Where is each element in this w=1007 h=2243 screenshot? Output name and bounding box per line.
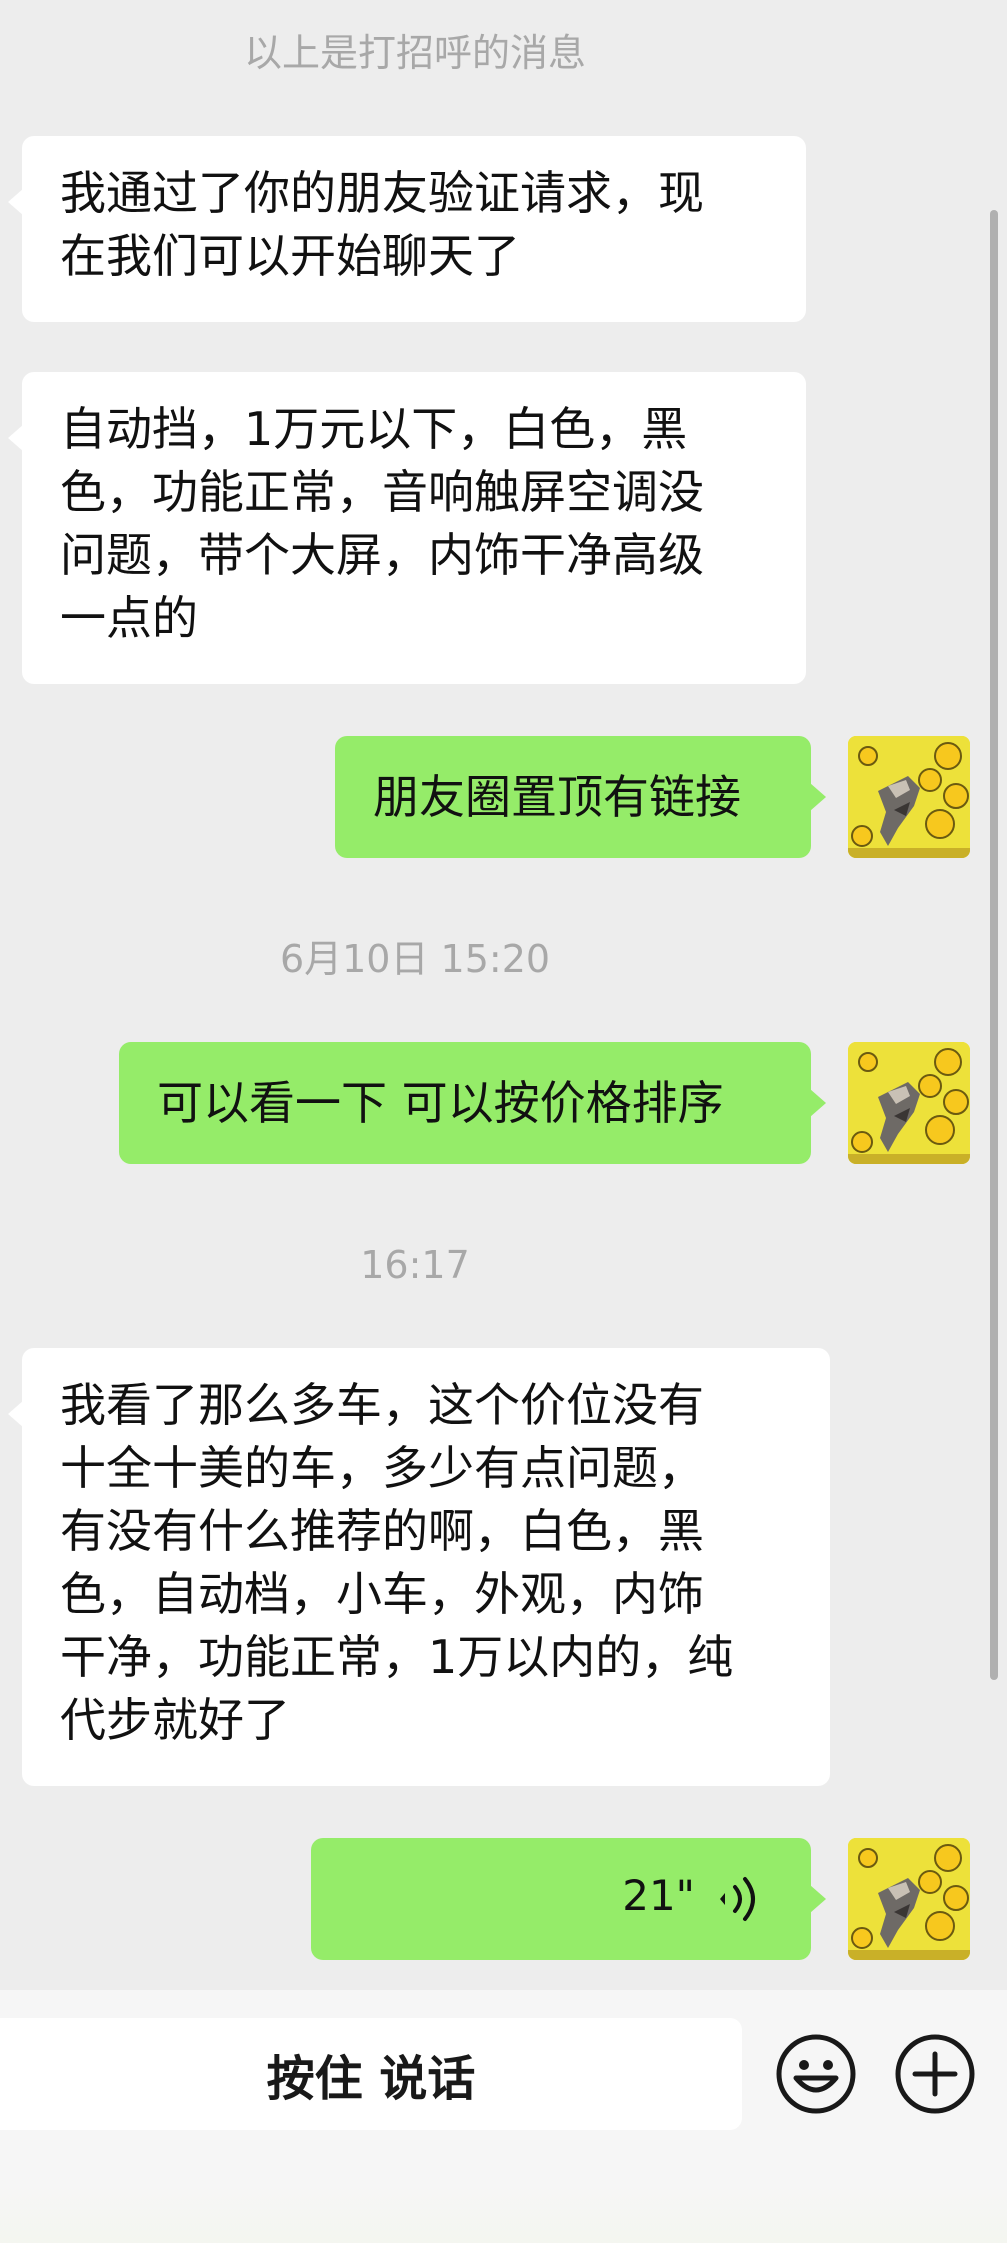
home-indicator-area xyxy=(0,2183,1007,2243)
message-text: 我通过了你的朋友验证请求，现 在我们可以开始聊天了 xyxy=(60,166,704,283)
message-text: 我看了那么多车，这个价位没有 十全十美的车，多少有点问题， 有没有什么推荐的啊，白色… xyxy=(60,1378,734,1747)
message-text: 可以看一下 可以按价格排序 xyxy=(157,1076,724,1130)
message-text: 自动挡，1万元以下，白色，黑 色，功能正常，音响触屏空调没 问题，带个大屏，内饰干净… xyxy=(60,402,704,645)
hold-to-talk-button[interactable]: 按住 说话 xyxy=(0,2018,742,2130)
incoming-message-bubble[interactable]: 我通过了你的朋友验证请求，现 在我们可以开始聊天了 xyxy=(8,136,806,322)
avatar-image xyxy=(848,1838,970,1960)
my-avatar[interactable] xyxy=(848,1838,970,1960)
system-notice: 以上是打招呼的消息 xyxy=(243,31,586,75)
voice-wave-icon xyxy=(720,1877,755,1921)
scrollbar[interactable] xyxy=(990,210,998,1680)
message-text: 朋友圈置顶有链接 xyxy=(373,770,741,824)
voice-message-bubble[interactable]: 21" xyxy=(311,1838,826,1960)
outgoing-message-bubble[interactable]: 朋友圈置顶有链接 xyxy=(335,736,826,858)
incoming-message-bubble[interactable]: 自动挡，1万元以下，白色，黑 色，功能正常，音响触屏空调没 问题，带个大屏，内饰干净… xyxy=(8,372,806,684)
my-avatar[interactable] xyxy=(848,1042,970,1164)
avatar-image xyxy=(848,736,970,858)
outgoing-message-bubble[interactable]: 可以看一下 可以按价格排序 xyxy=(119,1042,826,1164)
voice-duration: 21" xyxy=(622,1871,695,1920)
chat-area[interactable]: 以上是打招呼的消息 我通过了你的朋友验证请求，现 在我们可以开始聊天了 自动挡，1… xyxy=(0,0,1007,1990)
timestamp: 6月10日 15:20 xyxy=(279,937,551,981)
timestamp: 16:17 xyxy=(360,1243,470,1287)
emoji-icon[interactable] xyxy=(774,2032,858,2116)
plus-icon[interactable] xyxy=(893,2032,977,2116)
my-avatar[interactable] xyxy=(848,736,970,858)
avatar-image xyxy=(848,1042,970,1164)
input-bar: 按住 说话 xyxy=(0,1990,1007,2243)
incoming-message-bubble[interactable]: 我看了那么多车，这个价位没有 十全十美的车，多少有点问题， 有没有什么推荐的啊，白色… xyxy=(8,1348,830,1786)
